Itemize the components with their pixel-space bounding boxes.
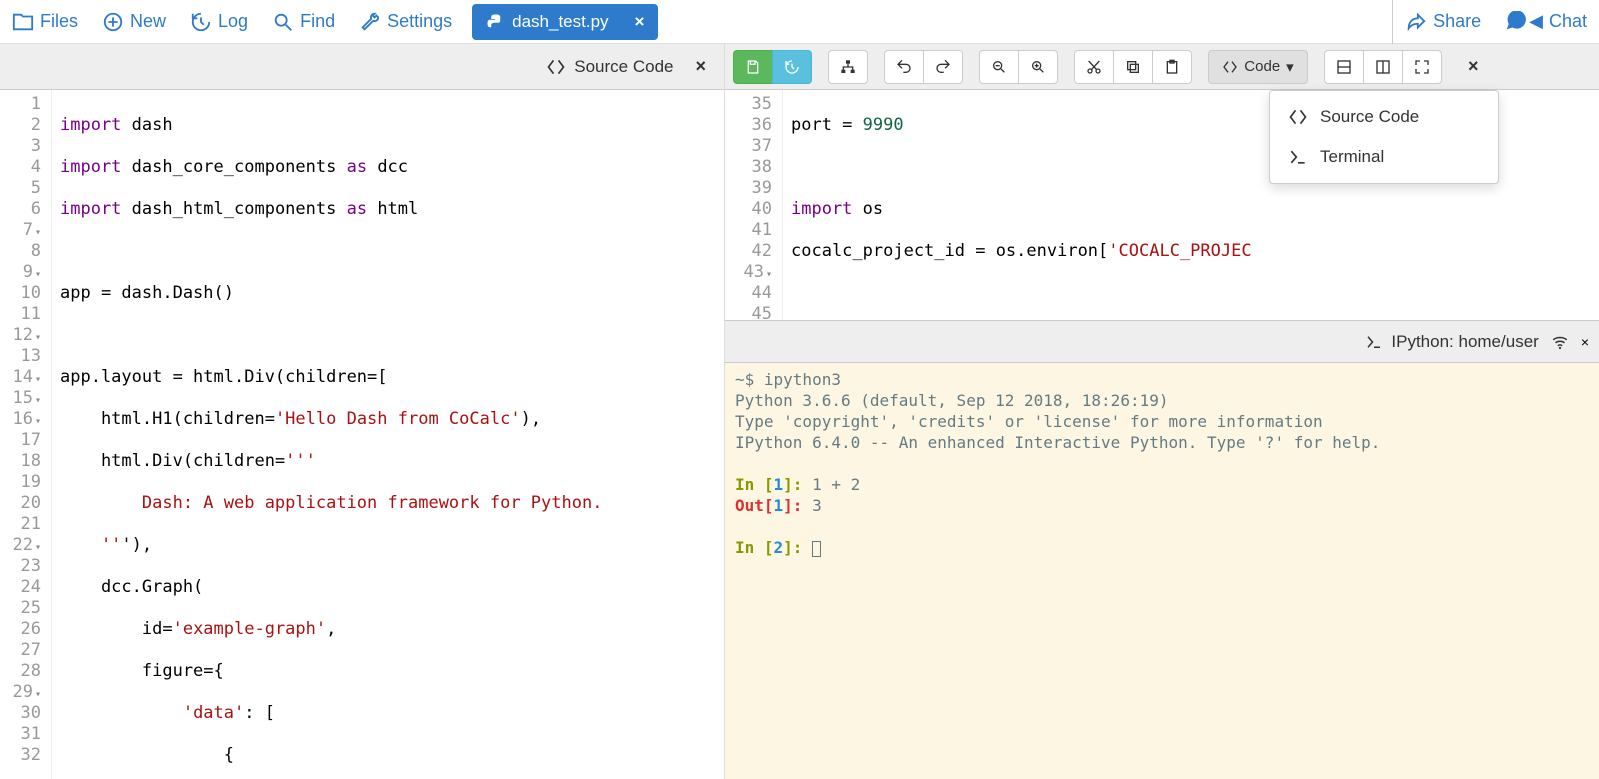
terminal-line: IPython 6.4.0 -- An enhanced Interactive… <box>735 432 1589 453</box>
share-menu[interactable]: Share <box>1393 0 1493 44</box>
find-menu[interactable]: Find <box>260 0 347 44</box>
left-gutter: 1 2 3 4 5 6 7 8 9 10 11 12 13 14 15 16 1… <box>0 90 52 779</box>
zoom-in-icon <box>1030 59 1046 75</box>
left-code-editor[interactable]: 1 2 3 4 5 6 7 8 9 10 11 12 13 14 15 16 1… <box>0 90 724 779</box>
left-code-body[interactable]: import dash import dash_core_components … <box>52 90 724 779</box>
split-col-icon <box>1375 59 1391 75</box>
split-row-icon <box>1336 59 1352 75</box>
undo-icon <box>896 59 912 75</box>
code-dropdown-label: Code <box>1244 58 1280 75</box>
copy-icon <box>1125 59 1141 75</box>
search-icon <box>272 11 294 33</box>
history-icon <box>784 59 800 75</box>
dropdown-terminal-label: Terminal <box>1320 147 1384 167</box>
split-col-button[interactable] <box>1363 50 1403 84</box>
tab-close-icon[interactable]: × <box>635 12 645 32</box>
find-label: Find <box>300 11 335 32</box>
log-label: Log <box>218 11 248 32</box>
terminal-line: In [1]: 1 + 2 <box>735 474 1589 495</box>
log-menu[interactable]: Log <box>178 0 260 44</box>
caret-down-icon: ▾ <box>1286 58 1294 76</box>
left-close-button[interactable]: × <box>685 56 716 77</box>
code-dropdown-menu: Source Code Terminal <box>1269 90 1499 184</box>
settings-label: Settings <box>387 11 452 32</box>
plus-circle-icon <box>102 11 124 33</box>
files-menu[interactable]: Files <box>0 0 90 44</box>
terminal-title: IPython: home/user <box>1391 332 1538 352</box>
files-label: Files <box>40 11 78 32</box>
save-button[interactable] <box>733 50 773 84</box>
cut-icon <box>1086 59 1102 75</box>
share-icon <box>1405 11 1427 33</box>
right-close-button[interactable]: × <box>1458 56 1489 77</box>
terminal-line: Type 'copyright', 'credits' or 'license'… <box>735 411 1589 432</box>
chat-caret-icon: ◀ <box>1529 11 1543 32</box>
zoom-out-icon <box>991 59 1007 75</box>
left-header-title: Source Code <box>574 57 673 77</box>
terminal-header: IPython: home/user × <box>725 321 1599 363</box>
expand-button[interactable] <box>1402 50 1442 84</box>
sitemap-icon <box>840 59 856 75</box>
paste-icon <box>1164 59 1180 75</box>
code-dropdown-button[interactable]: Code ▾ <box>1208 50 1308 84</box>
terminal-line: ~$ ipython3 <box>735 369 1589 390</box>
new-label: New <box>130 11 166 32</box>
right-toolbar: Code ▾ × <box>725 44 1599 90</box>
redo-button[interactable] <box>923 50 963 84</box>
save-icon <box>745 59 761 75</box>
copy-button[interactable] <box>1113 50 1153 84</box>
expand-icon <box>1414 59 1430 75</box>
folder-icon <box>12 11 34 33</box>
cut-button[interactable] <box>1074 50 1114 84</box>
python-icon <box>486 13 504 31</box>
new-menu[interactable]: New <box>90 0 178 44</box>
terminal-line: Out[1]: 3 <box>735 495 1589 516</box>
undo-button[interactable] <box>884 50 924 84</box>
zoom-out-button[interactable] <box>979 50 1019 84</box>
code-icon <box>1288 107 1308 127</box>
terminal-line: In [2]: <box>735 537 1589 558</box>
zoom-in-button[interactable] <box>1018 50 1058 84</box>
history-icon <box>190 11 212 33</box>
file-tab[interactable]: dash_test.py × <box>472 4 658 40</box>
dropdown-terminal[interactable]: Terminal <box>1270 137 1498 177</box>
time-travel-button[interactable] <box>772 50 812 84</box>
tab-filename: dash_test.py <box>512 12 608 32</box>
terminal-icon <box>1365 333 1383 351</box>
chat-label: Chat <box>1549 11 1587 32</box>
chat-menu[interactable]: ◀ Chat <box>1493 0 1599 44</box>
code-icon <box>546 57 566 77</box>
share-label: Share <box>1433 11 1481 32</box>
sitemap-button[interactable] <box>828 50 868 84</box>
left-pane-header: Source Code × <box>0 44 724 90</box>
code-icon <box>1222 59 1238 75</box>
chat-icon <box>1505 11 1527 33</box>
redo-icon <box>935 59 951 75</box>
wrench-icon <box>359 11 381 33</box>
terminal-cursor <box>812 541 821 557</box>
dropdown-source-label: Source Code <box>1320 107 1419 127</box>
terminal-icon <box>1288 147 1308 167</box>
terminal-close-button[interactable]: × <box>1581 334 1589 350</box>
wifi-icon[interactable] <box>1551 333 1569 351</box>
terminal-body[interactable]: ~$ ipython3 Python 3.6.6 (default, Sep 1… <box>725 363 1599 779</box>
terminal-line: Python 3.6.6 (default, Sep 12 2018, 18:2… <box>735 390 1589 411</box>
split-row-button[interactable] <box>1324 50 1364 84</box>
settings-menu[interactable]: Settings <box>347 0 464 44</box>
paste-button[interactable] <box>1152 50 1192 84</box>
dropdown-source-code[interactable]: Source Code <box>1270 97 1498 137</box>
